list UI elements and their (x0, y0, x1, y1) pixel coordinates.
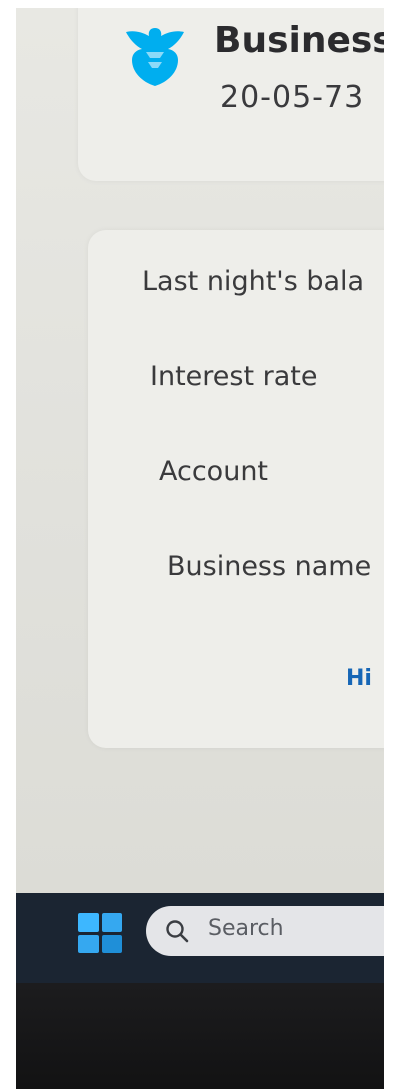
search-icon (166, 920, 189, 943)
account-details-card (88, 230, 384, 748)
sort-code: 20-05-73 (220, 80, 365, 115)
photo-frame: Business 20-05-73 Last night's bala Inte… (16, 8, 384, 1089)
windows-logo-tile (101, 934, 122, 953)
windows-logo-icon[interactable] (78, 913, 122, 953)
business-name-label: Business name (167, 551, 372, 582)
eagle-icon (126, 28, 184, 86)
taskbar-search-box[interactable]: Search (146, 906, 384, 956)
balance-label: Last night's bala (142, 266, 365, 297)
search-placeholder: Search (208, 916, 284, 941)
windows-logo-tile (101, 913, 122, 932)
desk-surface (16, 983, 384, 1089)
windows-logo-tile (78, 934, 99, 953)
account-label: Account (159, 456, 269, 487)
browser-viewport: Business 20-05-73 Last night's bala Inte… (16, 8, 384, 906)
account-title: Business (214, 20, 384, 61)
windows-logo-tile (78, 913, 99, 932)
hide-details-link[interactable]: Hi (346, 666, 372, 691)
interest-rate-label: Interest rate (150, 361, 318, 392)
